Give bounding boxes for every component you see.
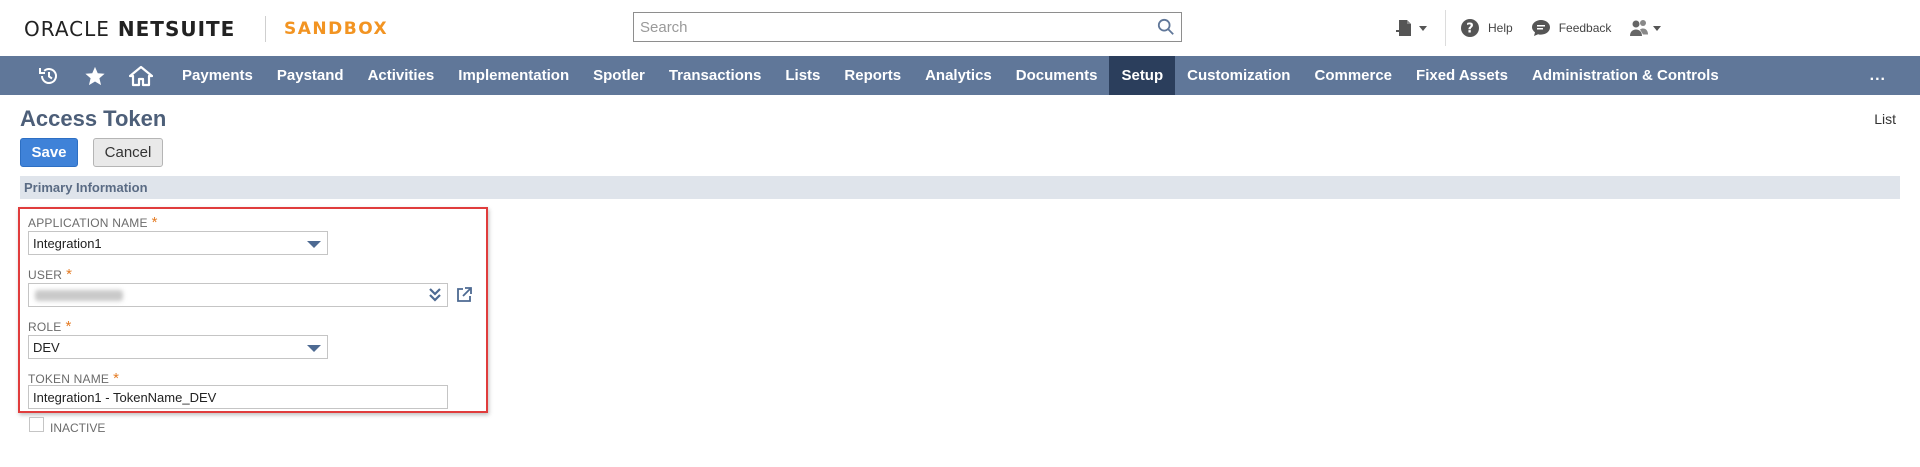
- star-icon: [85, 66, 105, 85]
- role-select[interactable]: DEV: [28, 335, 328, 359]
- list-link[interactable]: List: [1874, 111, 1896, 127]
- nav-menu: Payments Paystand Activities Implementation…: [170, 56, 1731, 95]
- nav-item-paystand[interactable]: Paystand: [265, 56, 356, 95]
- page-title: Access Token: [20, 106, 167, 131]
- top-header: ORACLE NETSUITE SANDBOX ? Help: [0, 0, 1920, 56]
- user-profile-menu[interactable]: [1629, 18, 1662, 38]
- brand-netsuite: NETSUITE: [117, 17, 236, 41]
- inactive-label: INACTIVE: [50, 421, 106, 435]
- feedback-link[interactable]: Feedback: [1531, 18, 1612, 38]
- nav-item-transactions[interactable]: Transactions: [657, 56, 774, 95]
- brand-oracle: ORACLE: [24, 17, 110, 41]
- nav-item-payments[interactable]: Payments: [170, 56, 265, 95]
- nav-item-administration-controls[interactable]: Administration & Controls: [1520, 56, 1731, 95]
- environment-label: SANDBOX: [284, 19, 389, 39]
- main-navigation: Payments Paystand Activities Implementation…: [0, 56, 1920, 95]
- history-icon: [39, 67, 57, 84]
- dropdown-arrow-icon[interactable]: [307, 345, 321, 352]
- search-icon[interactable]: [1157, 18, 1175, 36]
- double-chevron-down-icon[interactable]: [428, 287, 442, 303]
- recent-records-nav[interactable]: [26, 56, 72, 95]
- user-label-text: USER: [28, 268, 63, 282]
- primary-information-section: Primary Information: [20, 176, 1900, 199]
- svg-text:?: ?: [1466, 22, 1474, 37]
- dropdown-arrow-icon[interactable]: [307, 241, 321, 248]
- nav-item-fixed-assets[interactable]: Fixed Assets: [1404, 56, 1520, 95]
- logo-divider: [265, 16, 266, 42]
- nav-item-implementation[interactable]: Implementation: [446, 56, 581, 95]
- nav-item-spotler[interactable]: Spotler: [581, 56, 657, 95]
- user-select[interactable]: [28, 283, 448, 307]
- application-name-value: Integration1: [33, 236, 102, 251]
- global-search[interactable]: [633, 12, 1182, 42]
- nav-item-reports[interactable]: Reports: [832, 56, 913, 95]
- recent-records-menu[interactable]: [1395, 18, 1427, 38]
- required-marker: *: [66, 266, 73, 283]
- feedback-label: Feedback: [1558, 21, 1612, 35]
- role-label: ROLE *: [28, 318, 72, 335]
- required-marker: *: [65, 318, 72, 335]
- home-icon: [129, 65, 153, 86]
- nav-item-setup[interactable]: Setup: [1109, 56, 1176, 95]
- token-name-input[interactable]: [28, 385, 448, 409]
- inactive-checkbox[interactable]: [29, 417, 44, 432]
- help-link[interactable]: ? Help: [1460, 18, 1513, 38]
- required-marker: *: [151, 214, 158, 231]
- nav-item-analytics[interactable]: Analytics: [913, 56, 1004, 95]
- users-icon: [1630, 20, 1649, 36]
- chevron-down-icon: [1653, 25, 1662, 31]
- save-button[interactable]: Save: [20, 138, 78, 167]
- search-input[interactable]: [634, 13, 1134, 41]
- token-name-label-text: TOKEN NAME: [28, 372, 110, 386]
- oracle-netsuite-logo[interactable]: ORACLE NETSUITE: [24, 17, 235, 41]
- section-title: Primary Information: [24, 180, 148, 195]
- nav-item-customization[interactable]: Customization: [1175, 56, 1302, 95]
- more-menu-button[interactable]: ...: [1870, 56, 1886, 95]
- help-label: Help: [1488, 21, 1513, 35]
- application-name-select[interactable]: Integration1: [28, 231, 328, 255]
- nav-item-commerce[interactable]: Commerce: [1302, 56, 1404, 95]
- nav-item-lists[interactable]: Lists: [773, 56, 832, 95]
- role-value: DEV: [33, 340, 60, 355]
- home-nav[interactable]: [118, 56, 164, 95]
- open-external-icon[interactable]: [455, 286, 473, 304]
- application-name-label-text: APPLICATION NAME: [28, 216, 148, 230]
- chevron-down-icon: [1419, 25, 1427, 31]
- role-label-text: ROLE: [28, 320, 62, 334]
- help-icon: ?: [1461, 19, 1479, 37]
- user-label: USER *: [28, 266, 72, 283]
- document-add-icon: [1396, 20, 1411, 36]
- header-utilities: ? Help Feedback: [1395, 10, 1679, 46]
- nav-item-documents[interactable]: Documents: [1004, 56, 1110, 95]
- nav-item-activities[interactable]: Activities: [356, 56, 447, 95]
- favorites-nav[interactable]: [72, 56, 118, 95]
- redacted-user-value: [35, 290, 123, 301]
- application-name-label: APPLICATION NAME *: [28, 214, 158, 231]
- cancel-button[interactable]: Cancel: [93, 138, 163, 167]
- chat-bubble-icon: [1531, 20, 1550, 36]
- utility-divider: [1445, 10, 1446, 46]
